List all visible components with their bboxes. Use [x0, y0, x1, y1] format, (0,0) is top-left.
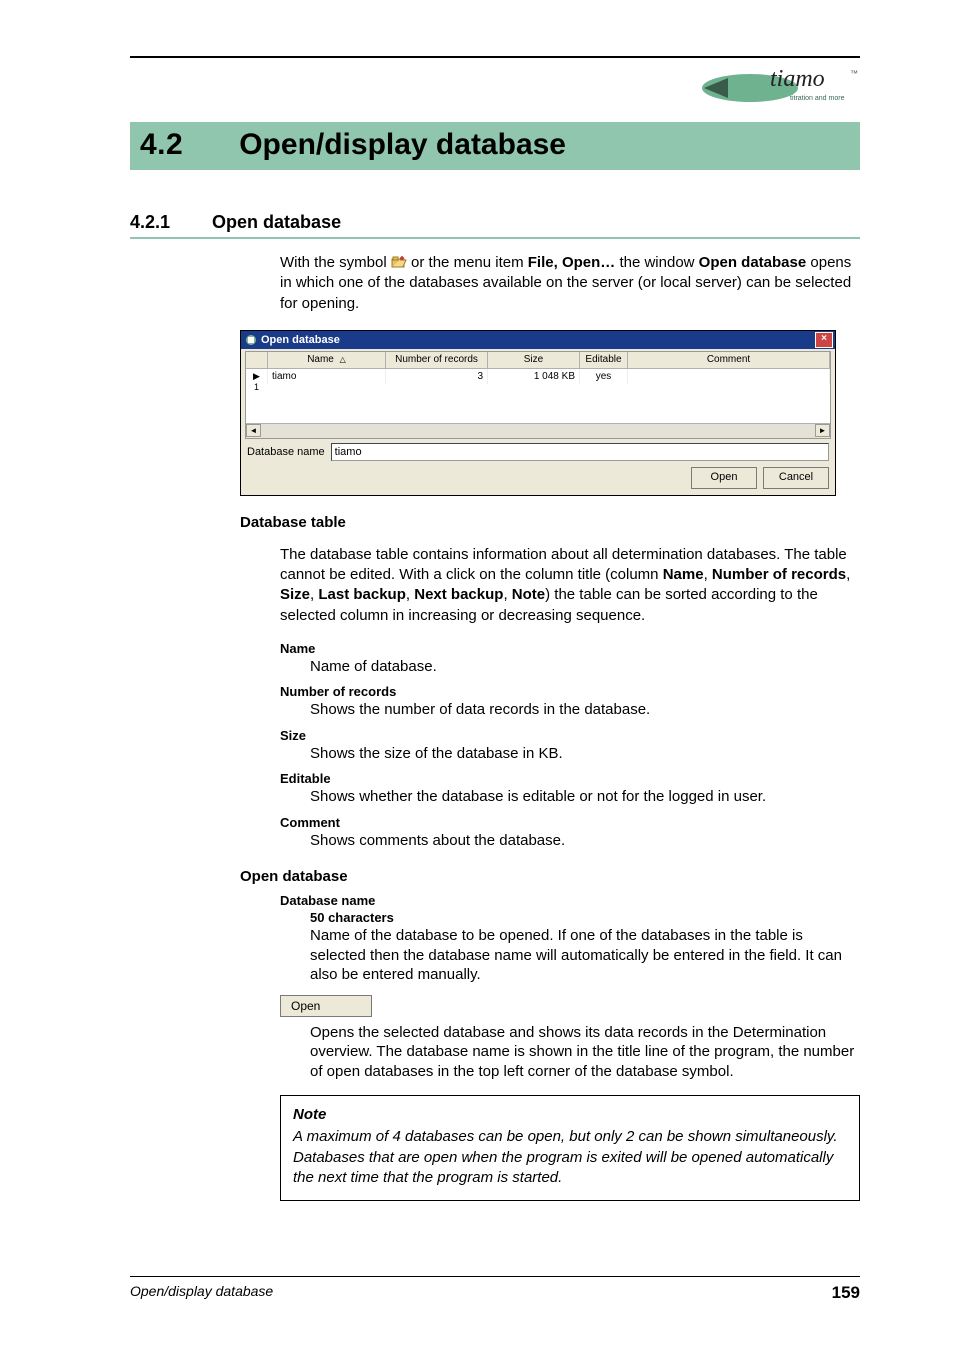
- brand-logo: tiamo ™ titration and more: [700, 64, 860, 108]
- horizontal-scrollbar[interactable]: ◄ ►: [246, 423, 830, 438]
- dialog-app-icon: [245, 334, 257, 346]
- definitions-list: Name Name of database. Number of records…: [280, 641, 860, 851]
- cell-comment: [628, 369, 830, 384]
- database-table-heading: Database table: [240, 514, 860, 531]
- database-name-input[interactable]: [331, 443, 829, 461]
- def-term: Comment: [280, 815, 860, 830]
- def-term: Name: [280, 641, 860, 656]
- section-title: Open/display database: [239, 128, 566, 162]
- dbname-term: Database name: [280, 893, 860, 908]
- open-button[interactable]: Open: [691, 467, 757, 489]
- column-size[interactable]: Size: [488, 352, 580, 369]
- column-marker[interactable]: [246, 352, 268, 369]
- cell-editable: yes: [580, 369, 628, 384]
- note-box: Note A maximum of 4 databases can be ope…: [280, 1095, 860, 1201]
- scroll-right-icon[interactable]: ►: [815, 424, 830, 437]
- intro-paragraph: With the symbol or the menu item File, O…: [280, 253, 860, 314]
- table-row[interactable]: ▶ 1 tiamo 3 1 048 KB yes: [246, 369, 830, 384]
- def-desc: Shows whether the database is editable o…: [310, 787, 860, 807]
- note-body: A maximum of 4 databases can be open, bu…: [293, 1127, 847, 1188]
- row-marker-icon: ▶ 1: [246, 369, 268, 384]
- database-table-paragraph: The database table contains information …: [280, 545, 860, 626]
- database-name-label: Database name: [247, 446, 325, 458]
- subsection-title: Open database: [212, 212, 341, 233]
- scroll-left-icon[interactable]: ◄: [246, 424, 261, 437]
- open-button-illustration: Open: [280, 995, 372, 1017]
- def-term: Number of records: [280, 684, 860, 699]
- open-folder-icon: [391, 255, 407, 269]
- dbname-constraint: 50 characters: [310, 910, 860, 925]
- section-heading-bar: 4.2 Open/display database: [130, 122, 860, 170]
- open-database-heading: Open database: [240, 868, 860, 885]
- column-editable[interactable]: Editable: [580, 352, 628, 369]
- dialog-title: Open database: [261, 334, 815, 346]
- column-name[interactable]: Name △: [268, 352, 386, 369]
- sort-asc-icon: △: [340, 355, 346, 364]
- column-comment[interactable]: Comment: [628, 352, 830, 369]
- note-title: Note: [293, 1106, 847, 1123]
- cancel-button[interactable]: Cancel: [763, 467, 829, 489]
- close-icon[interactable]: ×: [815, 332, 833, 348]
- page-number: 159: [832, 1283, 860, 1303]
- def-desc: Shows the size of the database in KB.: [310, 744, 860, 764]
- database-table: Name △ Number of records Size Editable C…: [245, 351, 831, 439]
- def-desc: Shows comments about the database.: [310, 831, 860, 851]
- column-records[interactable]: Number of records: [386, 352, 488, 369]
- footer-left: Open/display database: [130, 1283, 273, 1303]
- top-rule: [130, 56, 860, 58]
- open-database-dialog: Open database × Name △ Number of records…: [240, 330, 836, 496]
- def-term: Size: [280, 728, 860, 743]
- cell-size: 1 048 KB: [488, 369, 580, 384]
- svg-text:™: ™: [850, 69, 858, 78]
- page-footer: Open/display database 159: [130, 1276, 860, 1303]
- section-number: 4.2: [140, 128, 183, 162]
- def-desc: Name of database.: [310, 657, 860, 677]
- subsection-heading: 4.2.1 Open database: [130, 212, 860, 239]
- def-desc: Shows the number of data records in the …: [310, 700, 860, 720]
- open-desc: Opens the selected database and shows it…: [310, 1023, 860, 1082]
- svg-text:titration and more: titration and more: [790, 95, 845, 102]
- svg-text:tiamo: tiamo: [770, 66, 825, 92]
- subsection-number: 4.2.1: [130, 212, 170, 233]
- table-header-row: Name △ Number of records Size Editable C…: [246, 352, 830, 369]
- cell-name: tiamo: [268, 369, 386, 384]
- dbname-desc: Name of the database to be opened. If on…: [310, 926, 860, 985]
- dialog-titlebar: Open database ×: [241, 331, 835, 349]
- def-term: Editable: [280, 771, 860, 786]
- scrollbar-track[interactable]: [261, 424, 815, 438]
- cell-records: 3: [386, 369, 488, 384]
